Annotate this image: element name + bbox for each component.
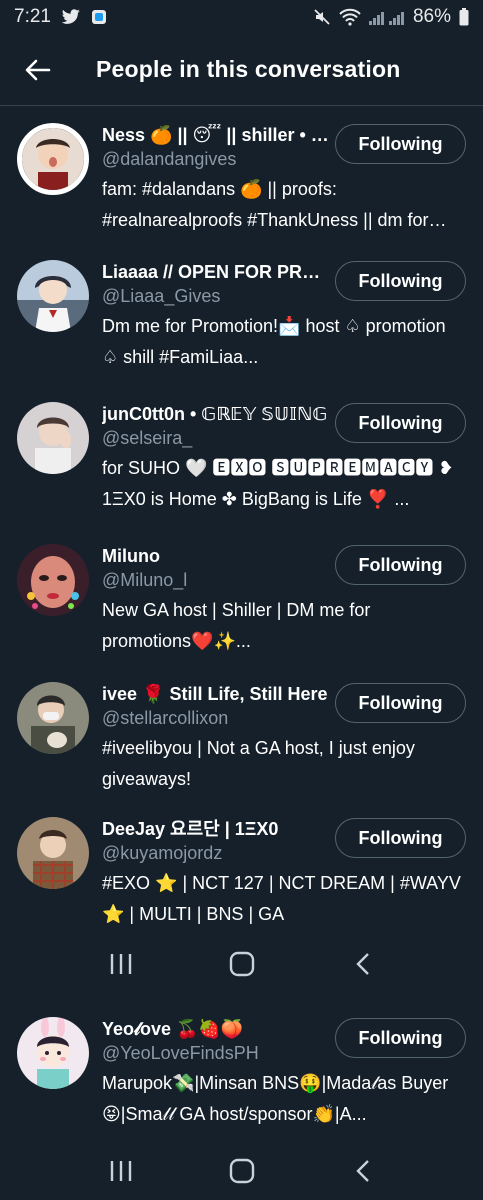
user-bio: Dm me for Promotion!📩 host ♤ promotion ♤… <box>102 316 446 367</box>
battery-icon <box>459 8 469 26</box>
back-chevron-icon <box>355 953 369 975</box>
following-button[interactable]: Following <box>335 261 466 301</box>
home-button[interactable] <box>217 944 267 984</box>
user-bio: for SUHO 🤍 🅴🆇🅾 🆂🆄🅿🆁🅴🅼🅰🅲🆈 ❥ 1ΞX0 is Home … <box>102 458 454 509</box>
avatar[interactable] <box>17 1017 89 1089</box>
battery-percent: 86% <box>412 6 451 27</box>
user-bio: #EXO ⭐ | NCT 127 | NCT DREAM | #WAYV ⭐ |… <box>102 873 461 924</box>
back-nav-button[interactable] <box>338 944 388 984</box>
user-bio: Marupok💸|Minsan BNS🤑|Mada𝓁as Buyer😝|Sma𝓁… <box>102 1073 449 1124</box>
home-icon <box>229 951 254 977</box>
home-icon <box>229 1158 254 1184</box>
following-button[interactable]: Following <box>335 545 466 585</box>
status-time: 7:21 <box>14 6 51 27</box>
avatar[interactable] <box>17 817 89 889</box>
recent-apps-icon <box>110 954 131 974</box>
header: People in this conversation <box>0 34 483 106</box>
following-button[interactable]: Following <box>335 403 466 443</box>
mute-icon <box>313 8 331 26</box>
avatar[interactable] <box>17 544 89 616</box>
app-notification-icon <box>91 9 107 25</box>
user-display-name: Ness 🍊 || 😴 || shiller • RT GA <box>102 125 332 145</box>
android-nav-bar <box>0 1140 483 1200</box>
following-button[interactable]: Following <box>335 1018 466 1058</box>
following-button[interactable]: Following <box>335 818 466 858</box>
avatar[interactable] <box>17 402 89 474</box>
recent-apps-button[interactable] <box>96 944 146 984</box>
user-display-name: DeeJay 요르단 | 1ΞX0 <box>102 819 279 839</box>
recent-apps-icon <box>110 1161 131 1181</box>
user-display-name: Liaaaa // OPEN FOR PROMO <box>102 262 332 282</box>
back-arrow-icon <box>25 59 51 80</box>
avatar[interactable] <box>17 260 89 332</box>
user-display-name: Yeo𝓁ove 🍒🍓🍑 <box>102 1019 244 1039</box>
avatar[interactable] <box>17 123 89 195</box>
twitter-notification-icon <box>61 9 81 25</box>
avatar[interactable] <box>17 682 89 754</box>
status-bar: 7:21 86% <box>0 0 483 34</box>
home-button[interactable] <box>217 1151 267 1191</box>
signal-icon <box>368 9 405 25</box>
user-bio: fam: #dalandans 🍊 || proofs: #realnareal… <box>102 179 429 230</box>
user-bio: #iveelibyou | Not a GA host, I just enjo… <box>102 738 415 789</box>
wifi-icon <box>339 8 361 26</box>
user-display-name: junC0tt0n • 𝔾ℝ𝔼𝕐 𝕊𝕌𝕀ℕ𝔾 <box>102 404 328 424</box>
page-title: People in this conversation <box>96 56 401 82</box>
back-chevron-icon <box>355 1160 369 1182</box>
user-display-name: ivee 🌹 Still Life, Still Here <box>102 684 328 704</box>
user-display-name: Miluno <box>102 546 160 566</box>
user-bio: New GA host | Shiller | DM me for promot… <box>102 600 371 651</box>
recent-apps-button[interactable] <box>96 1151 146 1191</box>
back-button[interactable] <box>18 50 58 90</box>
back-nav-button[interactable] <box>338 1151 388 1191</box>
android-nav-bar <box>0 933 483 995</box>
following-button[interactable]: Following <box>335 683 466 723</box>
following-button[interactable]: Following <box>335 124 466 164</box>
